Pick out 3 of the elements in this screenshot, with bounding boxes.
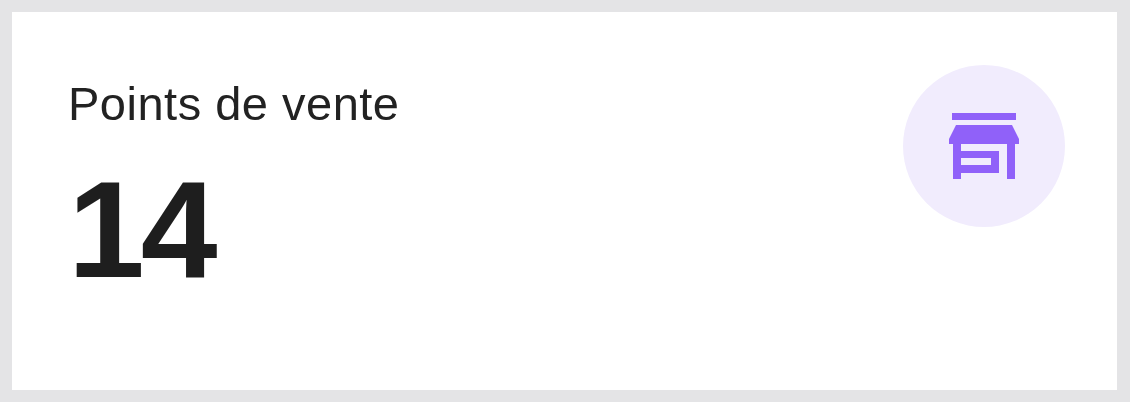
store-icon [949, 113, 1019, 179]
card-title: Points de vente [68, 78, 400, 130]
stat-value: 14 [68, 159, 214, 298]
